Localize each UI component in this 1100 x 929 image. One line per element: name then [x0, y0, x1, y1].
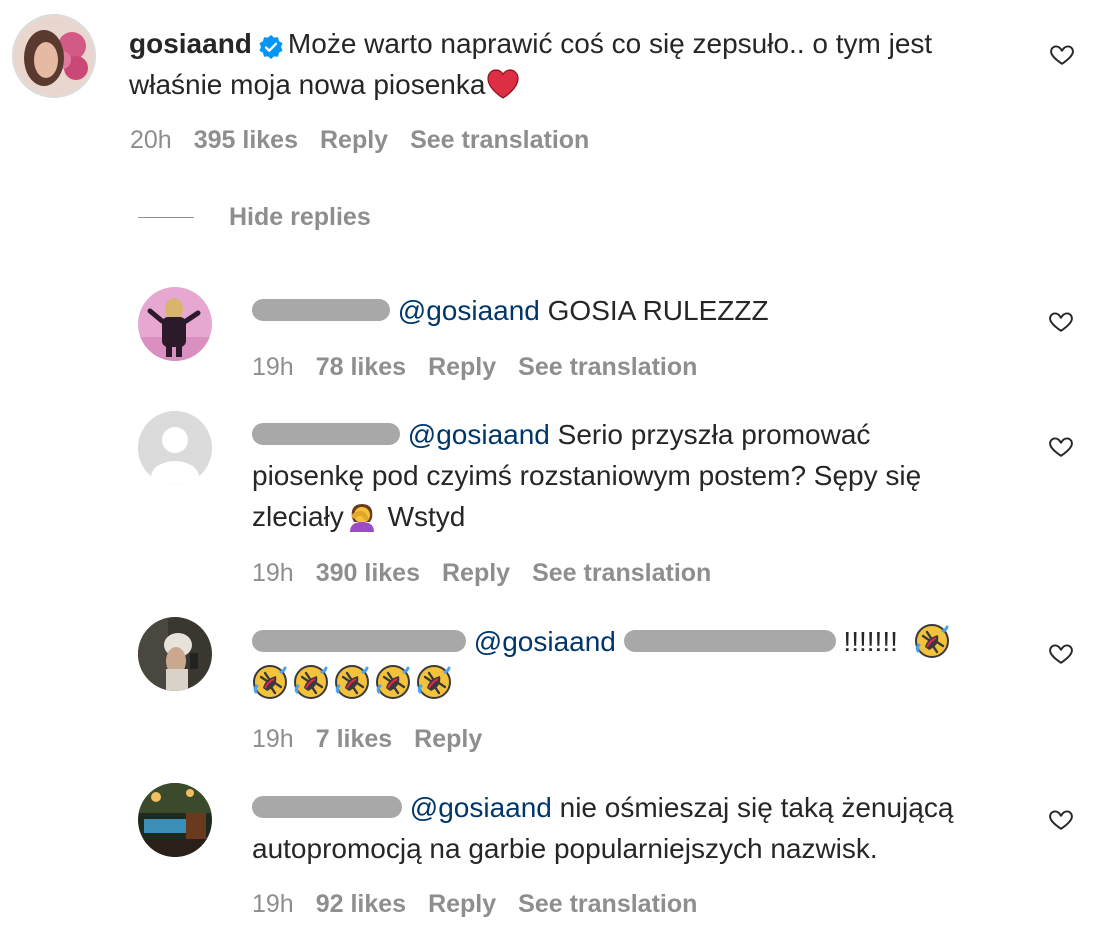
like-heart-icon[interactable] — [1047, 806, 1075, 832]
see-translation-button[interactable]: See translation — [518, 353, 697, 381]
username[interactable]: gosiaand — [129, 28, 252, 59]
like-heart-icon[interactable] — [1047, 433, 1075, 459]
comment-body-line-1: Serio przyszła promować — [557, 419, 871, 450]
rofl-emoji-icon — [252, 664, 288, 700]
avatar[interactable] — [138, 783, 212, 857]
timestamp: 19h — [252, 725, 294, 753]
comment-body: !!!!!!! — [843, 626, 898, 657]
rofl-emoji-icon — [416, 664, 452, 700]
avatar-image — [14, 16, 94, 96]
avatar[interactable] — [138, 287, 212, 361]
rofl-emoji-icon — [375, 664, 411, 700]
default-avatar-icon — [138, 411, 212, 485]
like-heart-icon[interactable] — [1048, 41, 1076, 67]
hide-replies-button[interactable]: Hide replies — [229, 203, 371, 232]
hidden-username — [252, 298, 390, 321]
reply-button[interactable]: Reply — [414, 725, 482, 753]
likes-count[interactable]: 7 likes — [316, 725, 392, 753]
mention-link[interactable]: @gosiaand — [408, 419, 550, 450]
timestamp: 19h — [252, 890, 294, 918]
timestamp: 19h — [252, 559, 294, 587]
like-heart-icon[interactable] — [1047, 308, 1075, 334]
hidden-username — [252, 629, 466, 652]
rofl-emoji-icon — [914, 623, 950, 659]
reply-button[interactable]: Reply — [320, 126, 388, 154]
likes-count[interactable]: 390 likes — [316, 559, 420, 587]
likes-count[interactable]: 395 likes — [194, 126, 298, 154]
woman-facepalming-emoji-icon — [344, 498, 380, 534]
comment-body: GOSIA RULEZZZ — [547, 295, 769, 326]
comment-meta: 19h 7 likes Reply — [252, 725, 504, 754]
comment-meta: 19h 92 likes Reply See translation — [252, 890, 719, 919]
avatar-image — [138, 287, 212, 361]
rofl-emoji-icon — [293, 664, 329, 700]
comment-meta: 19h 390 likes Reply See translation — [252, 559, 733, 588]
mention-link[interactable]: @gosiaand — [398, 295, 540, 326]
see-translation-button[interactable]: See translation — [532, 559, 711, 587]
see-translation-button[interactable]: See translation — [518, 890, 697, 918]
comment-body-line-2: piosenkę pod czyimś rozstaniowym postem?… — [252, 460, 922, 491]
hidden-username — [252, 795, 402, 818]
mention-link[interactable]: @gosiaand — [410, 792, 552, 823]
comment-text: gosiaand Może warto naprawić coś co się z… — [129, 23, 1009, 105]
comment-body-line-2: autopromocją na garbie popularniejszych … — [252, 833, 878, 864]
see-translation-button[interactable]: See translation — [410, 126, 589, 154]
likes-count[interactable]: 92 likes — [316, 890, 406, 918]
comment-body-line-3: zleciały — [252, 501, 344, 532]
comment-body-line-3-end: Wstyd — [387, 501, 466, 532]
reply-button[interactable]: Reply — [442, 559, 510, 587]
avatar-image — [138, 783, 212, 857]
hidden-mention — [623, 629, 836, 652]
comment-text: @gosiaand GOSIA RULEZZZ — [252, 290, 1012, 331]
avatar-image — [138, 617, 212, 691]
red-heart-emoji-icon — [485, 66, 521, 102]
timestamp: 20h — [130, 126, 172, 154]
comment-text: @gosiaand !!!!!!! — [252, 621, 1012, 703]
comment-meta: 20h 395 likes Reply See translation — [130, 126, 611, 155]
timestamp: 19h — [252, 353, 294, 381]
divider — [138, 217, 194, 218]
reply-button[interactable]: Reply — [428, 353, 496, 381]
comment-meta: 19h 78 likes Reply See translation — [252, 353, 719, 382]
avatar[interactable] — [138, 617, 212, 691]
verified-badge-icon — [258, 30, 284, 59]
rofl-emoji-icon — [334, 664, 370, 700]
like-heart-icon[interactable] — [1047, 640, 1075, 666]
avatar[interactable] — [12, 14, 96, 98]
comment-body-line-1: nie ośmieszaj się taką żenującą — [559, 792, 954, 823]
comment-text: @gosiaand Serio przyszła promować piosen… — [252, 414, 1032, 537]
likes-count[interactable]: 78 likes — [316, 353, 406, 381]
hidden-username — [252, 422, 400, 445]
reply-button[interactable]: Reply — [428, 890, 496, 918]
mention-link[interactable]: @gosiaand — [474, 626, 616, 657]
avatar[interactable] — [138, 411, 212, 485]
comment-text: @gosiaand nie ośmieszaj się taką żenując… — [252, 787, 1032, 869]
